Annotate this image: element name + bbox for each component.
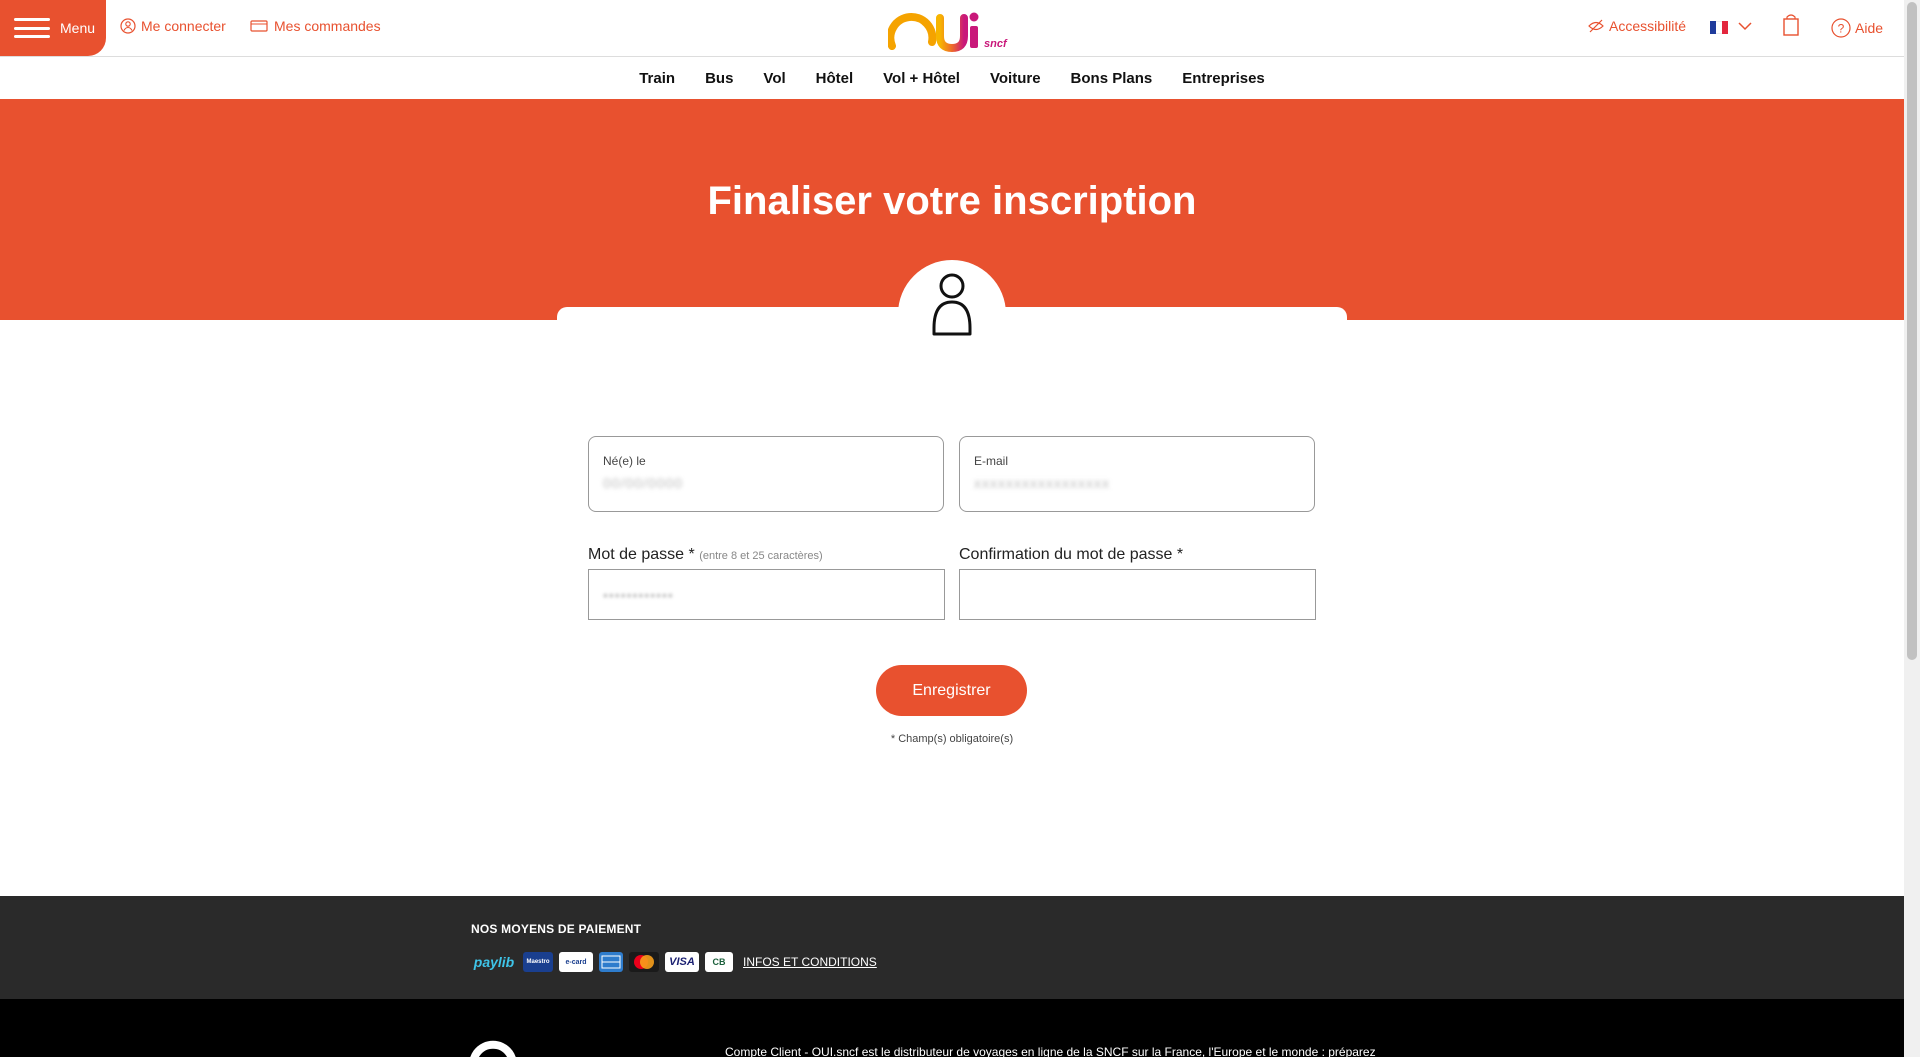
help-link[interactable]: ? Aide — [1831, 18, 1883, 38]
bottom-footer: Compte Client - OUI.sncf est le distribu… — [0, 999, 1904, 1057]
confirm-password-label: Confirmation du mot de passe * — [959, 546, 1184, 563]
password-hint: (entre 8 et 25 caractères) — [699, 550, 823, 562]
password-label-row: Mot de passe * (entre 8 et 25 caractères… — [588, 546, 823, 564]
cb-logo: CB — [705, 952, 733, 972]
email-value: xxxxxxxxxxxxxxxxx — [974, 475, 1110, 491]
birthdate-value: 00/00/0000 — [603, 475, 684, 491]
password-value: •••••••••••• — [603, 587, 674, 603]
nav-item-train[interactable]: Train — [639, 70, 675, 87]
help-circle-icon: ? — [1831, 18, 1851, 38]
maestro-logo: Maestro — [523, 952, 553, 972]
password-label: Mot de passe * — [588, 546, 695, 563]
nav-item-vol-hotel[interactable]: Vol + Hôtel — [883, 70, 960, 87]
email-field: E-mail xxxxxxxxxxxxxxxxx — [959, 436, 1315, 512]
birthdate-label: Né(e) le — [603, 454, 646, 468]
email-label: E-mail — [974, 454, 1009, 468]
required-fields-note: * Champ(s) obligatoire(s) — [890, 733, 1014, 745]
avatar — [898, 260, 1006, 368]
page-scrollbar[interactable] — [1904, 0, 1920, 1057]
paylib-logo: paylib — [473, 954, 515, 970]
help-label: Aide — [1855, 20, 1884, 36]
svg-text:?: ? — [1838, 22, 1845, 36]
footer-description: Compte Client - OUI.sncf est le distribu… — [725, 1045, 1376, 1057]
cart-button[interactable] — [1782, 13, 1800, 42]
french-flag-icon — [1710, 20, 1728, 34]
amex-logo — [599, 952, 623, 972]
orders-label: Mes commandes — [274, 18, 381, 34]
payment-logos: paylib Maestro e-card VISA CB INFOS ET C… — [471, 952, 877, 972]
scrollbar-thumb[interactable] — [1907, 2, 1917, 660]
top-header: Menu Me connecter Mes commandes sncf Acc… — [0, 0, 1904, 57]
e-card-logo: e-card — [559, 952, 593, 972]
nav-item-bus[interactable]: Bus — [705, 70, 733, 87]
mastercard-logo — [629, 952, 659, 972]
hamburger-icon — [14, 18, 50, 38]
visa-logo: VISA — [665, 952, 699, 972]
infos-conditions-link[interactable]: INFOS ET CONDITIONS — [743, 955, 877, 969]
birthdate-field: Né(e) le 00/00/0000 — [588, 436, 944, 512]
password-input[interactable]: •••••••••••• — [588, 569, 945, 620]
menu-button[interactable]: Menu — [0, 0, 106, 56]
confirm-label-row: Confirmation du mot de passe * — [959, 546, 1183, 564]
login-label: Me connecter — [141, 18, 226, 34]
page-title: Finaliser votre inscription — [707, 179, 1197, 223]
login-link[interactable]: Me connecter — [120, 18, 226, 34]
nav-item-vol[interactable]: Vol — [763, 70, 785, 87]
footer-oui-logo — [470, 1031, 600, 1057]
nav-item-bons-plans[interactable]: Bons Plans — [1071, 70, 1153, 87]
payment-footer: NOS MOYENS DE PAIEMENT paylib Maestro e-… — [0, 896, 1904, 999]
user-profile-icon — [930, 272, 974, 343]
accessibility-label: Accessibilité — [1609, 18, 1687, 34]
save-button[interactable]: Enregistrer — [876, 665, 1027, 716]
chevron-down-icon — [1738, 18, 1752, 36]
accessibility-link[interactable]: Accessibilité — [1588, 18, 1686, 34]
payments-title: NOS MOYENS DE PAIEMENT — [471, 922, 642, 936]
menu-label: Menu — [60, 20, 96, 36]
nav-item-entreprises[interactable]: Entreprises — [1182, 70, 1265, 87]
language-selector[interactable] — [1710, 18, 1752, 36]
oui-sncf-logo[interactable]: sncf — [886, 6, 1020, 54]
eye-slash-icon — [1588, 18, 1604, 34]
ticket-icon — [249, 18, 269, 34]
logo-sub-text: sncf — [984, 38, 1007, 50]
confirm-password-input[interactable] — [959, 569, 1316, 620]
user-icon — [120, 18, 136, 34]
nav-item-voiture[interactable]: Voiture — [990, 70, 1041, 87]
main-nav: Train Bus Vol Hôtel Vol + Hôtel Voiture … — [0, 57, 1904, 99]
cart-icon — [1782, 14, 1800, 41]
nav-item-hotel[interactable]: Hôtel — [816, 70, 854, 87]
orders-link[interactable]: Mes commandes — [249, 18, 381, 34]
